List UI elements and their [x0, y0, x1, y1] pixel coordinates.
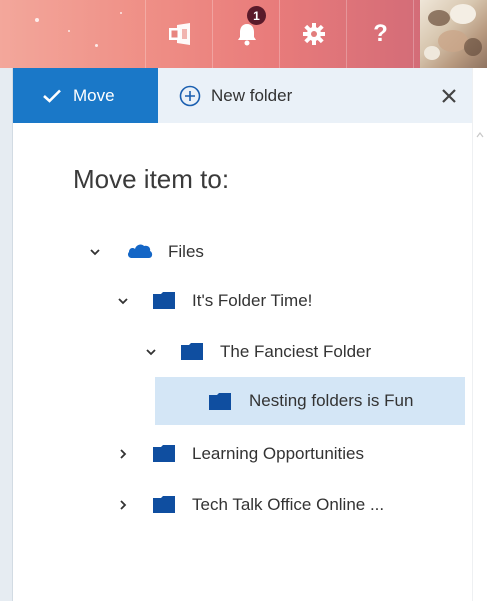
settings-button[interactable] [280, 0, 347, 68]
tree-item-label: Files [168, 242, 204, 261]
tree-item-label: Nesting folders is Fun [249, 391, 414, 410]
dialog-title: Move item to: [73, 164, 230, 194]
decorative-sparkle [120, 12, 122, 14]
checkmark-icon [43, 89, 61, 103]
office-apps-icon [168, 23, 190, 45]
tree-item-label: It's Folder Time! [192, 291, 313, 310]
avatar[interactable] [420, 0, 487, 68]
tree-item-label: Learning Opportunities [192, 444, 365, 463]
move-button-label: Move [73, 85, 115, 105]
tree-item-learning-opportunities[interactable]: Learning Opportunities [13, 431, 472, 477]
notifications-button[interactable]: 1 [213, 0, 280, 68]
new-folder-button[interactable]: New folder [179, 68, 292, 123]
gear-icon [302, 23, 325, 45]
chevron-right-icon[interactable] [117, 448, 129, 460]
folder-icon [181, 343, 203, 360]
cloud-icon [128, 244, 153, 258]
notification-badge: 1 [247, 6, 266, 25]
close-icon[interactable] [441, 88, 457, 104]
panel-toolbar: Move New folder [13, 68, 472, 123]
chevron-right-icon[interactable] [117, 499, 129, 511]
scroll-up-arrow-icon[interactable] [476, 132, 484, 138]
move-item-panel: Move New folder Move item to: Files It's… [13, 68, 472, 601]
folder-icon [153, 445, 175, 462]
add-circle-icon [179, 85, 201, 106]
top-bar: 1 ? [0, 0, 487, 68]
help-button[interactable]: ? [347, 0, 414, 68]
help-icon: ? [373, 20, 388, 47]
decorative-sparkle [95, 44, 98, 47]
tree-item-label: The Fanciest Folder [220, 342, 372, 361]
chevron-down-icon[interactable] [89, 246, 101, 258]
office-apps-button[interactable] [146, 0, 213, 68]
new-folder-label: New folder [211, 85, 293, 105]
tree-item-its-folder-time[interactable]: It's Folder Time! [13, 278, 472, 324]
tree-item-tech-talk[interactable]: Tech Talk Office Online ... [13, 482, 472, 528]
tree-item-label: Tech Talk Office Online ... [192, 495, 385, 514]
folder-icon [153, 496, 175, 513]
move-button[interactable]: Move [13, 68, 158, 123]
left-edge-strip [0, 68, 13, 601]
chevron-down-icon[interactable] [145, 346, 157, 358]
scrollbar[interactable] [472, 68, 487, 601]
tree-item-fanciest-folder[interactable]: The Fanciest Folder [13, 329, 472, 375]
folder-icon [153, 292, 175, 309]
bell-icon [237, 24, 256, 46]
tree-item-files[interactable]: Files [13, 229, 472, 275]
decorative-sparkle [68, 30, 70, 32]
folder-icon [209, 393, 231, 410]
tree-item-nesting-folders[interactable]: Nesting folders is Fun [155, 377, 465, 425]
chevron-down-icon[interactable] [117, 295, 129, 307]
decorative-sparkle [35, 18, 39, 22]
